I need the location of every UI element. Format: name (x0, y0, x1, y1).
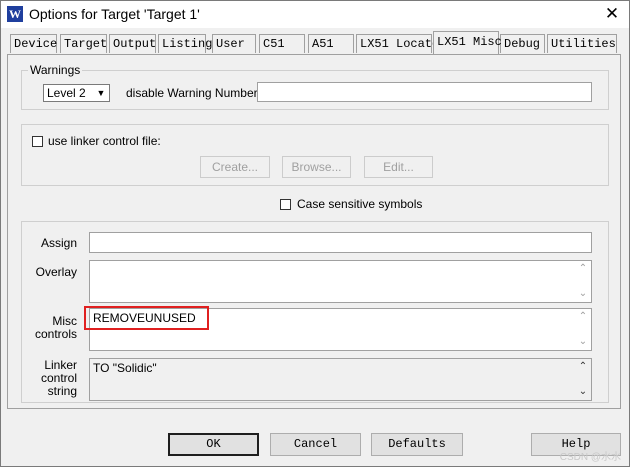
tab-debug[interactable]: Debug (500, 34, 545, 53)
case-sensitive-checkbox[interactable] (280, 199, 291, 210)
tab-listing[interactable]: Listing (158, 34, 212, 53)
linker-control-file-group: use linker control file: Create... Brows… (21, 124, 609, 186)
tab-lx51-locate[interactable]: LX51 Locate (356, 34, 439, 53)
linker-control-string-label: Linker control string (21, 359, 77, 398)
tab-target[interactable]: Target (60, 34, 107, 53)
case-sensitive-label: Case sensitive symbols (297, 197, 423, 211)
chevron-down-icon[interactable]: ▼ (93, 85, 109, 101)
edit-button[interactable]: Edit... (364, 156, 433, 178)
linker-control-string-value: TO "Solidic" (93, 361, 157, 375)
title-bar: W Options for Target 'Target 1' ✕ (1, 1, 629, 28)
red-highlight-box (84, 306, 209, 330)
scroll-up-icon[interactable]: ⌃ (575, 359, 591, 375)
tab-lx51-misc[interactable]: LX51 Misc (433, 31, 502, 54)
tab-page-lx51-misc: Warnings Level 2 ▼ disable Warning Numbe… (7, 54, 621, 409)
app-icon: W (7, 6, 23, 22)
watermark: CSDN @水水 (559, 452, 621, 463)
misc-scrollbar[interactable]: ⌃ ⌄ (575, 309, 591, 350)
tab-user[interactable]: User (212, 34, 256, 53)
warning-level-select[interactable]: Level 2 ▼ (43, 84, 110, 102)
scroll-down-icon[interactable]: ⌄ (575, 286, 591, 302)
window-title: Options for Target 'Target 1' (29, 6, 200, 22)
cancel-button[interactable]: Cancel (270, 433, 361, 456)
ok-button[interactable]: OK (168, 433, 259, 456)
use-linker-control-checkbox[interactable] (32, 136, 43, 147)
linker-string-scrollbar[interactable]: ⌃ ⌄ (575, 359, 591, 400)
tab-c51[interactable]: C51 (259, 34, 305, 53)
linker-label-line-3: string (47, 384, 77, 398)
tab-a51[interactable]: A51 (308, 34, 354, 53)
overlay-scrollbar[interactable]: ⌃ ⌄ (575, 261, 591, 302)
misc-label-line-2: controls (34, 327, 77, 341)
tab-output[interactable]: Output (109, 34, 156, 53)
tab-device[interactable]: Device (10, 34, 57, 53)
scroll-up-icon[interactable]: ⌃ (575, 261, 591, 277)
overlay-label: Overlay (35, 265, 77, 279)
create-button[interactable]: Create... (200, 156, 270, 178)
warning-level-value: Level 2 (47, 86, 86, 100)
assign-input[interactable] (89, 232, 592, 253)
defaults-button[interactable]: Defaults (371, 433, 463, 456)
scroll-down-icon[interactable]: ⌄ (575, 384, 591, 400)
scroll-down-icon[interactable]: ⌄ (575, 334, 591, 350)
close-icon[interactable]: ✕ (601, 3, 623, 25)
disable-warnings-label: disable Warning Numbers: (126, 86, 267, 100)
overlay-textarea[interactable]: ⌃ ⌄ (89, 260, 592, 303)
linker-control-string-textarea[interactable]: TO "Solidic" ⌃ ⌄ (89, 358, 592, 401)
assign-label: Assign (40, 236, 77, 250)
tab-utilities[interactable]: Utilities (547, 34, 617, 53)
scroll-up-icon[interactable]: ⌃ (575, 309, 591, 325)
use-linker-control-label: use linker control file: (48, 134, 161, 148)
disable-warnings-input[interactable] (257, 82, 592, 102)
misc-controls-label: Misc controls (21, 315, 77, 341)
options-dialog: W Options for Target 'Target 1' ✕ Device… (0, 0, 630, 467)
warnings-legend: Warnings (28, 63, 83, 77)
browse-button[interactable]: Browse... (282, 156, 351, 178)
tab-strip: Device Target Output Listing User C51 A5… (1, 31, 629, 56)
warnings-group: Warnings Level 2 ▼ disable Warning Numbe… (21, 63, 609, 110)
